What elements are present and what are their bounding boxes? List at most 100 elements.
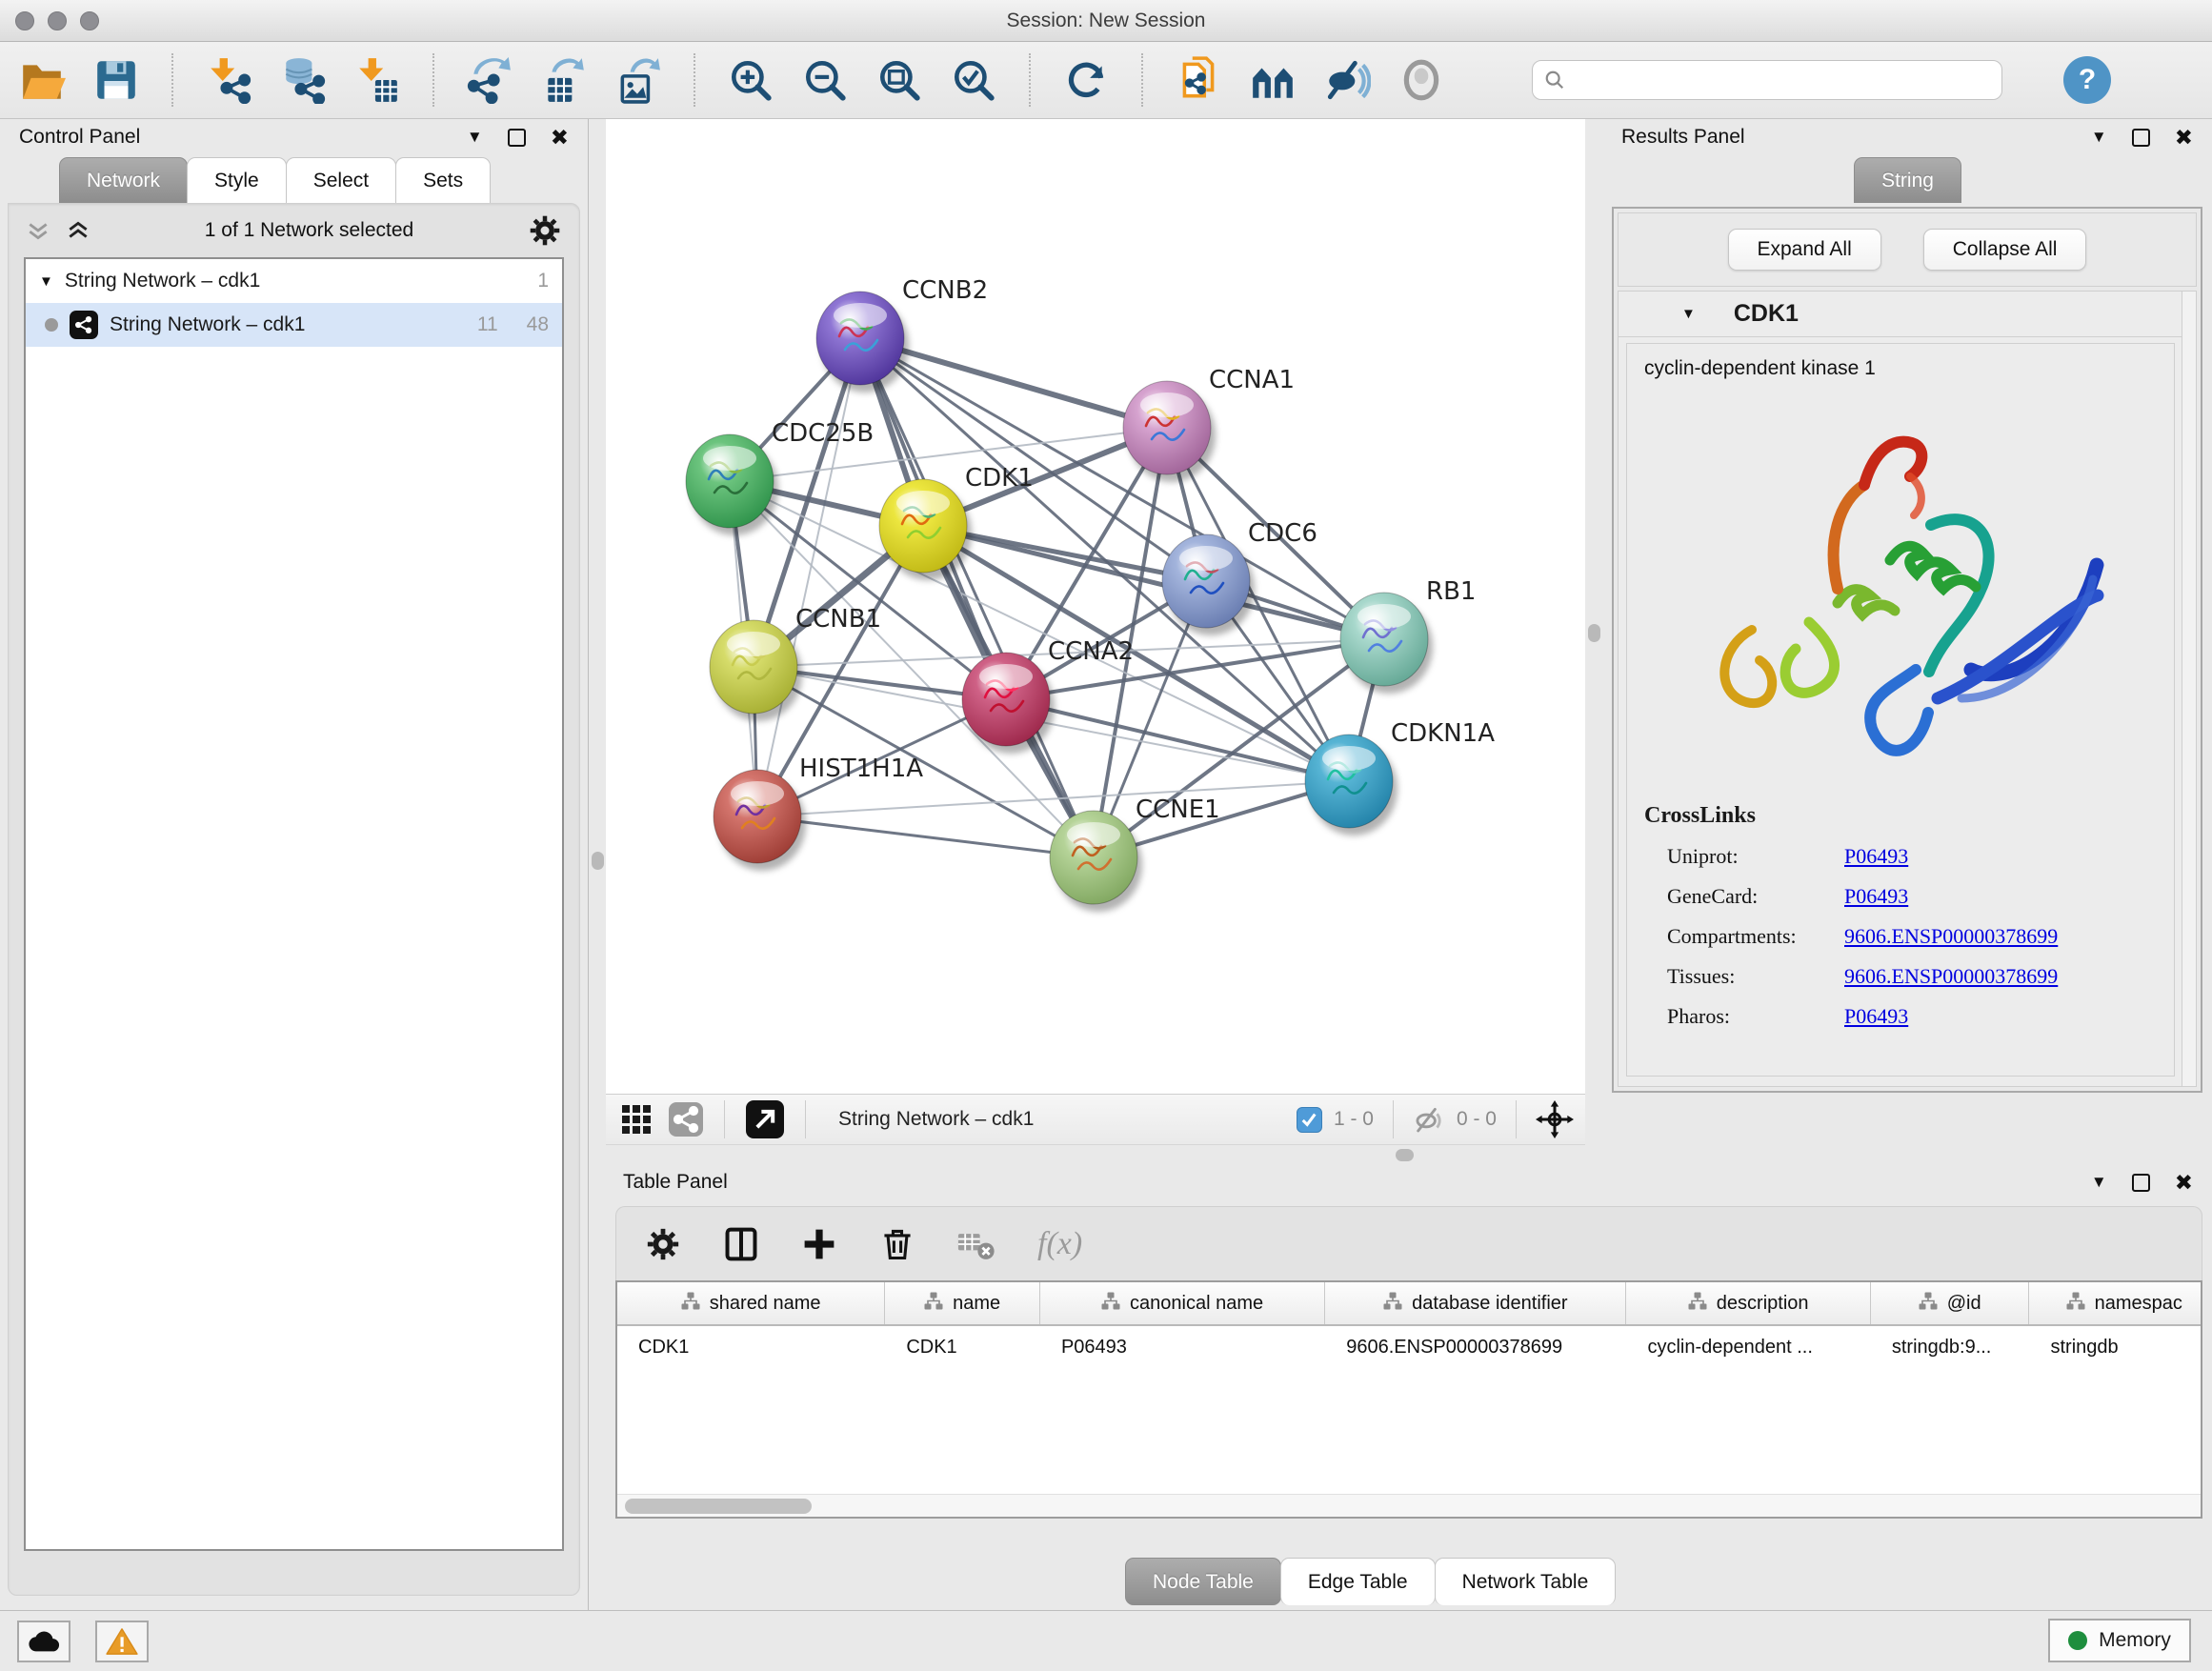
minimize-window-button[interactable] (48, 11, 67, 30)
show-columns-icon[interactable] (723, 1226, 759, 1262)
export-table-icon[interactable] (539, 55, 589, 105)
network-node-CDKN1A[interactable]: CDKN1A (1305, 719, 1495, 836)
tab-network-table[interactable]: Network Table (1435, 1558, 1617, 1605)
table-cell[interactable]: P06493 (1040, 1326, 1325, 1368)
export-network-icon[interactable] (465, 55, 514, 105)
collection-expander-icon[interactable]: ▼ (39, 273, 53, 290)
network-node-CDK1[interactable]: CDK1 (879, 464, 1034, 580)
crosslink-link[interactable]: P06493 (1844, 844, 1908, 869)
expand-all-button[interactable]: Expand All (1728, 229, 1881, 271)
refresh-view-icon[interactable] (1061, 55, 1111, 105)
network-node-RB1[interactable]: RB1 (1340, 577, 1476, 694)
memory-button[interactable]: Memory (2048, 1619, 2191, 1662)
column-header-description[interactable]: description (1626, 1282, 1870, 1324)
column-header-shared-name[interactable]: shared name (617, 1282, 885, 1324)
crosslink-link[interactable]: P06493 (1844, 1004, 1908, 1029)
float-panel-icon[interactable] (2132, 1174, 2150, 1192)
navigate-network-icon[interactable] (1536, 1100, 1574, 1138)
right-splitter-handle[interactable] (1588, 624, 1600, 642)
hidden-elements-icon (1413, 1103, 1445, 1136)
network-view-canvas[interactable]: CCNB2CCNA1CDC25BCDK1CDC6RB1CCNB1CCNA2CDK… (606, 119, 1585, 1094)
column-header-namespac[interactable]: namespac (2029, 1282, 2202, 1324)
tab-network[interactable]: Network (59, 157, 188, 203)
column-header-database-identifier[interactable]: database identifier (1325, 1282, 1626, 1324)
share-network-icon[interactable] (667, 1100, 705, 1138)
network-options-gear-icon[interactable] (528, 213, 562, 248)
table-panel: Table Panel ▼ ✖ f(x) shared namenamecano… (606, 1164, 2212, 1610)
float-panel-icon[interactable] (2132, 129, 2150, 147)
network-row-selected[interactable]: String Network – cdk1 11 48 (26, 303, 562, 347)
zoom-out-icon[interactable] (800, 55, 850, 105)
table-cell[interactable]: 9606.ENSP00000378699 (1325, 1326, 1626, 1368)
import-table-icon[interactable] (352, 55, 402, 105)
delete-column-icon[interactable] (879, 1226, 915, 1262)
table-options-gear-icon[interactable] (645, 1226, 681, 1262)
warnings-button[interactable] (95, 1621, 149, 1662)
table-cell[interactable]: CDK1 (617, 1326, 885, 1368)
open-session-icon[interactable] (17, 55, 67, 105)
network-node-CCNE1[interactable]: CCNE1 (1050, 795, 1220, 912)
collapse-all-icon[interactable] (26, 218, 50, 243)
entry-expander-icon[interactable]: ▼ (1681, 306, 1696, 322)
cloud-status-button[interactable] (17, 1621, 70, 1662)
show-graphics-details-icon[interactable] (1397, 55, 1446, 105)
table-cell[interactable]: stringdb (2029, 1326, 2202, 1368)
zoom-window-button[interactable] (80, 11, 99, 30)
zoom-selected-icon[interactable] (949, 55, 998, 105)
tab-style[interactable]: Style (187, 157, 287, 203)
column-header-canonical-name[interactable]: canonical name (1040, 1282, 1325, 1324)
collapse-all-button[interactable]: Collapse All (1923, 229, 2087, 271)
left-splitter-handle[interactable] (592, 852, 604, 870)
minimize-panel-icon[interactable]: ▼ (2091, 128, 2107, 147)
network-collection-row[interactable]: ▼ String Network – cdk1 1 (26, 259, 562, 303)
tab-select[interactable]: Select (286, 157, 396, 203)
table-scrollbar-thumb[interactable] (625, 1499, 812, 1514)
search-input[interactable] (1573, 70, 1973, 91)
tab-string-results[interactable]: String (1854, 157, 1961, 203)
close-panel-icon[interactable]: ✖ (2175, 127, 2193, 149)
close-panel-icon[interactable]: ✖ (551, 127, 569, 149)
close-panel-icon[interactable]: ✖ (2175, 1172, 2193, 1194)
table-cell[interactable]: CDK1 (885, 1326, 1040, 1368)
tab-node-table[interactable]: Node Table (1125, 1558, 1281, 1605)
minimize-panel-icon[interactable]: ▼ (2091, 1173, 2107, 1192)
save-session-icon[interactable] (91, 55, 141, 105)
add-column-icon[interactable] (801, 1226, 837, 1262)
export-image-icon[interactable] (613, 55, 663, 105)
hide-graphics-details-icon[interactable] (1322, 55, 1372, 105)
node-details-scroll-area[interactable]: ▼ CDK1 cyclin-dependent kinase 1 (1618, 291, 2197, 1087)
grid-view-icon[interactable] (617, 1100, 655, 1138)
table-cell[interactable]: cyclin-dependent ... (1626, 1326, 1870, 1368)
bottom-splitter-handle[interactable] (1396, 1149, 1414, 1161)
birdseye-view-icon[interactable] (1248, 55, 1297, 105)
crosslink-link[interactable]: 9606.ENSP00000378699 (1844, 964, 2058, 989)
zoom-in-icon[interactable] (726, 55, 775, 105)
table-horizontal-scrollbar[interactable] (617, 1494, 2201, 1517)
selected-nodes-checkbox[interactable] (1297, 1107, 1322, 1133)
float-panel-icon[interactable] (508, 129, 526, 147)
help-button[interactable]: ? (2063, 56, 2111, 104)
crosslink-link[interactable]: P06493 (1844, 884, 1908, 909)
crosslink-link[interactable]: 9606.ENSP00000378699 (1844, 924, 2058, 949)
import-network-icon[interactable] (204, 55, 253, 105)
table-row[interactable]: CDK1CDK1P064939606.ENSP00000378699cyclin… (617, 1326, 2202, 1368)
open-in-new-window-icon[interactable] (744, 1098, 786, 1140)
tab-edge-table[interactable]: Edge Table (1280, 1558, 1436, 1605)
zoom-fit-icon[interactable] (875, 55, 924, 105)
column-header-name[interactable]: name (885, 1282, 1040, 1324)
network-node-CDC25B[interactable]: CDC25B (686, 419, 874, 535)
clone-network-icon[interactable] (1174, 55, 1223, 105)
import-network-from-database-icon[interactable] (278, 55, 328, 105)
search-field[interactable] (1532, 60, 2002, 100)
minimize-panel-icon[interactable]: ▼ (467, 128, 483, 147)
column-header--id[interactable]: @id (1871, 1282, 2030, 1324)
expand-all-icon[interactable] (66, 218, 90, 243)
tab-sets[interactable]: Sets (395, 157, 491, 203)
string-network-graph[interactable]: CCNB2CCNA1CDC25BCDK1CDC6RB1CCNB1CCNA2CDK… (606, 119, 1585, 1094)
results-scrollbar[interactable] (2182, 292, 2196, 1086)
close-window-button[interactable] (15, 11, 34, 30)
network-node-CCNA1[interactable]: CCNA1 (1123, 366, 1295, 482)
node-table[interactable]: shared namenamecanonical namedatabase id… (615, 1280, 2202, 1519)
table-cell[interactable]: stringdb:9... (1871, 1326, 2030, 1368)
node-entry-header[interactable]: ▼ CDK1 (1619, 292, 2196, 337)
